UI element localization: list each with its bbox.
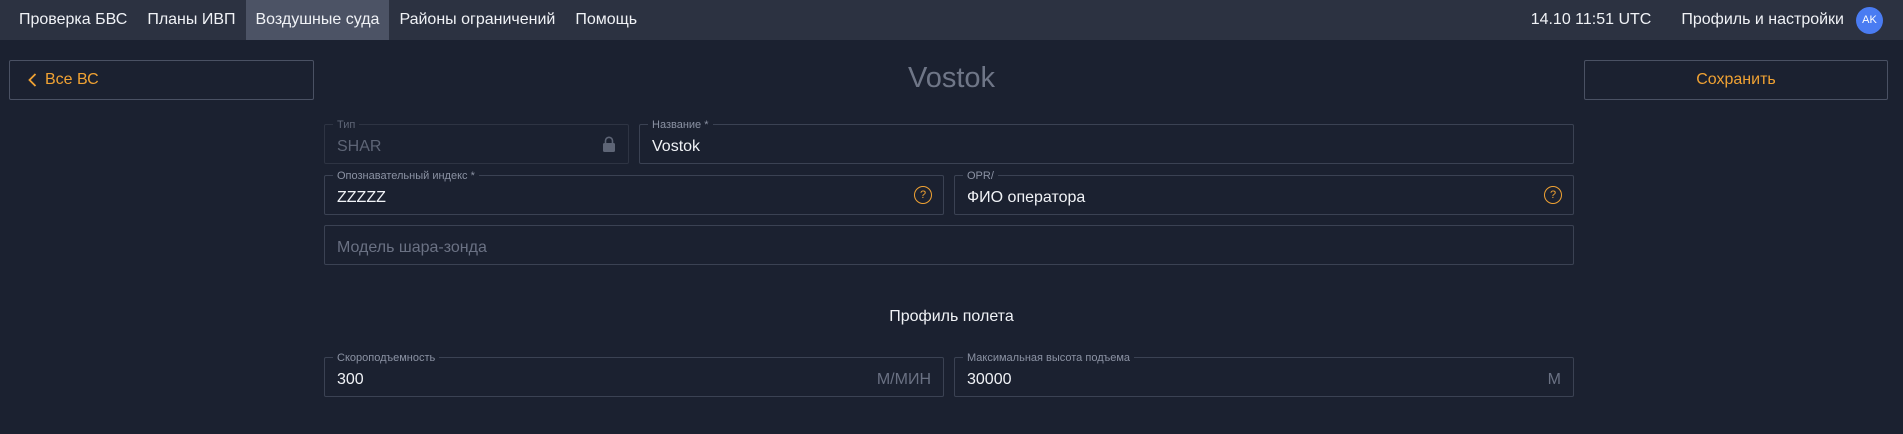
utc-clock: 14.10 11:51 UTC bbox=[1530, 11, 1652, 28]
balloon-model-placeholder: Модель шара-зонда bbox=[337, 239, 487, 256]
top-nav-bar: Проверка БВС Планы ИВП Воздушные суда Ра… bbox=[0, 0, 1903, 40]
topbar-right: 14.10 11:51 UTC Профиль и настройки AK bbox=[1531, 0, 1883, 40]
profile-settings-link[interactable]: Профиль и настройки bbox=[1681, 11, 1844, 29]
type-field-value: SHAR bbox=[337, 138, 382, 155]
save-button-label: Сохранить bbox=[1696, 71, 1776, 88]
lock-icon bbox=[602, 136, 616, 158]
help-icon[interactable]: ? bbox=[1544, 186, 1562, 204]
save-button[interactable]: Сохранить bbox=[1584, 60, 1888, 100]
callsign-field[interactable]: Опознавательный индекс * ZZZZZ ? bbox=[324, 170, 944, 215]
climb-rate-unit: М/МИН bbox=[876, 371, 931, 388]
nav-item-help[interactable]: Помощь bbox=[565, 0, 647, 40]
flight-profile-title: Профиль полета bbox=[889, 308, 1014, 325]
nav-item-ivp-plans[interactable]: Планы ИВП bbox=[137, 0, 245, 40]
nav-item-bvs-check[interactable]: Проверка БВС bbox=[0, 0, 137, 40]
name-field[interactable]: Название * Vostok bbox=[639, 119, 1574, 164]
climb-rate-field[interactable]: Скороподъемность 300 М/МИН bbox=[324, 352, 944, 397]
max-altitude-unit: М bbox=[1547, 371, 1561, 388]
nav-item-restricted-areas[interactable]: Районы ограничений bbox=[389, 0, 565, 40]
climb-rate-value[interactable]: 300 bbox=[337, 371, 364, 389]
avatar[interactable]: AK bbox=[1856, 6, 1883, 34]
callsign-field-label: Опознавательный индекс * bbox=[333, 170, 479, 182]
help-icon[interactable]: ? bbox=[914, 186, 932, 204]
climb-rate-label: Скороподъемность bbox=[333, 352, 440, 364]
opr-field-label: OPR/ bbox=[963, 170, 998, 182]
type-field-label: Тип bbox=[333, 119, 360, 131]
main-nav: Проверка БВС Планы ИВП Воздушные суда Ра… bbox=[0, 0, 647, 40]
name-field-label: Название * bbox=[648, 119, 713, 131]
max-altitude-field[interactable]: Максимальная высота подъема 30000 М bbox=[954, 352, 1574, 397]
balloon-model-field[interactable]: Модель шара-зонда bbox=[324, 225, 1574, 265]
opr-field[interactable]: OPR/ ФИО оператора ? bbox=[954, 170, 1574, 215]
max-altitude-label: Максимальная высота подъема bbox=[963, 352, 1135, 364]
callsign-field-value[interactable]: ZZZZZ bbox=[337, 189, 386, 207]
opr-field-value[interactable]: ФИО оператора bbox=[967, 189, 1085, 207]
nav-item-aircraft[interactable]: Воздушные суда bbox=[245, 0, 390, 40]
type-field: Тип SHAR bbox=[324, 119, 629, 164]
name-field-value[interactable]: Vostok bbox=[652, 138, 700, 156]
max-altitude-value[interactable]: 30000 bbox=[967, 371, 1012, 389]
